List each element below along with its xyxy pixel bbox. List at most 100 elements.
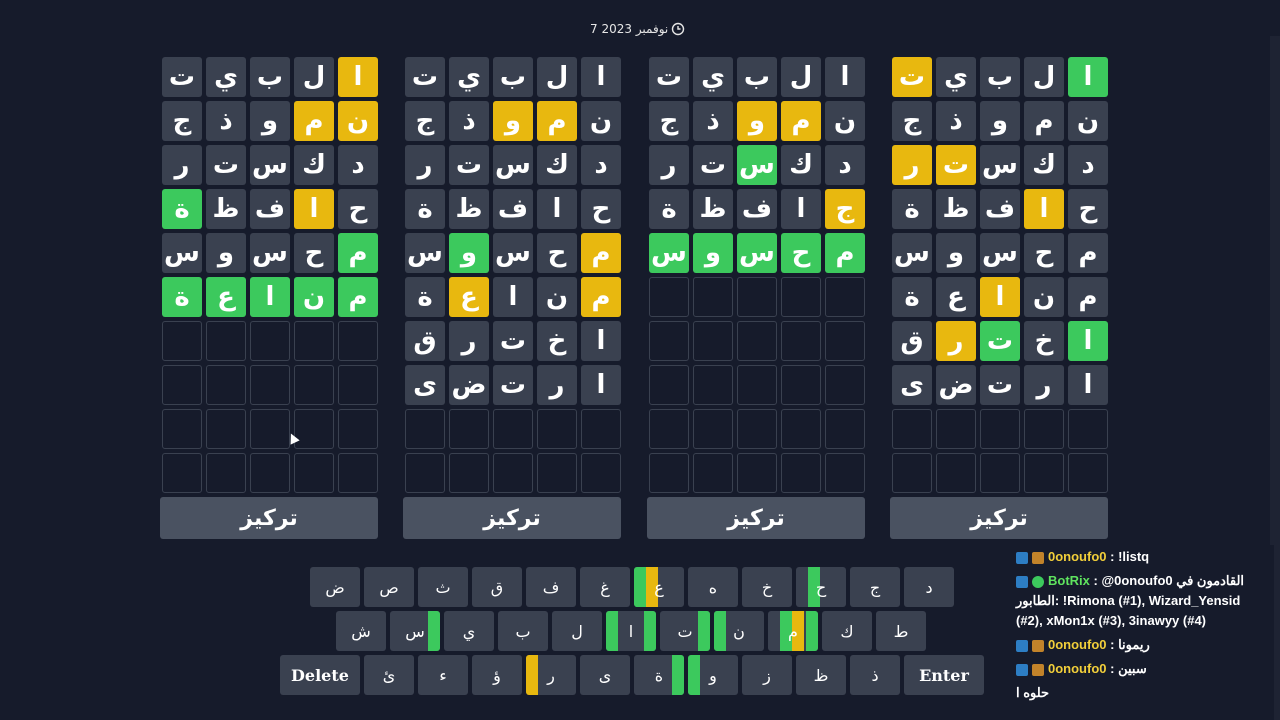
key-ك[interactable]: ك <box>822 611 872 651</box>
letter-tile: و <box>449 233 489 273</box>
key-status-strip <box>698 611 710 651</box>
key-ق[interactable]: ق <box>472 567 522 607</box>
empty-tile <box>162 453 202 493</box>
letter-tile: س <box>737 233 777 273</box>
key-ه[interactable]: ه <box>688 567 738 607</box>
key-س[interactable]: س <box>390 611 440 651</box>
empty-tile <box>294 409 334 449</box>
key-د[interactable]: د <box>904 567 954 607</box>
letter-tile: ر <box>405 145 445 185</box>
letter-tile: ا <box>1068 57 1108 97</box>
letter-tile: ع <box>206 277 246 317</box>
key-غ[interactable]: غ <box>580 567 630 607</box>
empty-tile <box>781 365 821 405</box>
letter-tile: ا <box>1024 189 1064 229</box>
empty-tile <box>493 409 533 449</box>
key-ة[interactable]: ة <box>634 655 684 695</box>
empty-tile <box>781 453 821 493</box>
key-ذ[interactable]: ذ <box>850 655 900 695</box>
letter-tile: و <box>206 233 246 273</box>
empty-tile <box>250 409 290 449</box>
platform-icon <box>1016 663 1028 676</box>
letter-tile: س <box>493 145 533 185</box>
key-status-strip <box>606 611 618 651</box>
letter-tile: ب <box>493 57 533 97</box>
empty-tile <box>338 453 378 493</box>
letter-tile: ح <box>294 233 334 273</box>
guess-row <box>160 453 378 493</box>
letter-tile: ي <box>936 57 976 97</box>
letter-tile: ة <box>649 189 689 229</box>
letter-tile: ظ <box>449 189 489 229</box>
key-م[interactable]: م <box>768 611 818 651</box>
key-ز[interactable]: ز <box>742 655 792 695</box>
key-ئ[interactable]: ئ <box>364 655 414 695</box>
empty-tile <box>737 365 777 405</box>
focus-button-board-3[interactable]: تركيز <box>403 497 621 539</box>
empty-tile <box>338 321 378 361</box>
date-display: 7 نوفمبر 2023 <box>590 22 685 36</box>
letter-tile: س <box>649 233 689 273</box>
key-ر[interactable]: ر <box>526 655 576 695</box>
key-status-strip <box>526 655 538 695</box>
key-ت[interactable]: ت <box>660 611 710 651</box>
key-ب[interactable]: ب <box>498 611 548 651</box>
letter-tile: ر <box>449 321 489 361</box>
guess-row: حافظة <box>160 189 378 229</box>
empty-tile <box>781 277 821 317</box>
key-ء[interactable]: ء <box>418 655 468 695</box>
letter-tile: ت <box>449 145 489 185</box>
empty-tile <box>737 409 777 449</box>
empty-tile <box>1024 453 1064 493</box>
empty-tile <box>737 277 777 317</box>
letter-tile: و <box>980 101 1020 141</box>
key-ى[interactable]: ى <box>580 655 630 695</box>
letter-tile: ح <box>1024 233 1064 273</box>
letter-tile: ب <box>737 57 777 97</box>
empty-tile <box>405 409 445 449</box>
guess-row <box>160 365 378 405</box>
letter-tile: ح <box>781 233 821 273</box>
letter-tile: ق <box>405 321 445 361</box>
letter-tile: ا <box>825 57 865 97</box>
key-ص[interactable]: ص <box>364 567 414 607</box>
key-خ[interactable]: خ <box>742 567 792 607</box>
focus-button-board-1[interactable]: تركيز <box>890 497 1108 539</box>
letter-tile: م <box>1068 233 1108 273</box>
letter-tile: م <box>338 233 378 273</box>
key-ا[interactable]: ا <box>606 611 656 651</box>
key-ع[interactable]: ع <box>634 567 684 607</box>
key-label: ز <box>763 665 771 685</box>
guess-row: نموذج <box>890 101 1108 141</box>
key-ض[interactable]: ض <box>310 567 360 607</box>
key-ش[interactable]: ش <box>336 611 386 651</box>
focus-button-board-2[interactable]: تركيز <box>647 497 865 539</box>
delete-key[interactable]: Delete <box>280 655 360 695</box>
empty-tile <box>449 409 489 449</box>
letter-tile: ت <box>980 321 1020 361</box>
key-ث[interactable]: ث <box>418 567 468 607</box>
guess-row: البيت <box>890 57 1108 97</box>
chat-text: : سبين <box>1110 661 1147 676</box>
key-ي[interactable]: ي <box>444 611 494 651</box>
enter-key[interactable]: Enter <box>904 655 984 695</box>
key-ظ[interactable]: ظ <box>796 655 846 695</box>
letter-tile: ة <box>405 277 445 317</box>
key-ل[interactable]: ل <box>552 611 602 651</box>
key-ح[interactable]: ح <box>796 567 846 607</box>
empty-tile <box>781 409 821 449</box>
letter-tile: د <box>825 145 865 185</box>
letter-tile: ت <box>493 321 533 361</box>
guess-row <box>890 453 1108 493</box>
letter-tile: ن <box>537 277 577 317</box>
empty-tile <box>825 453 865 493</box>
key-ج[interactable]: ج <box>850 567 900 607</box>
key-ط[interactable]: ط <box>876 611 926 651</box>
key-ن[interactable]: ن <box>714 611 764 651</box>
key-ف[interactable]: ف <box>526 567 576 607</box>
key-و[interactable]: و <box>688 655 738 695</box>
letter-tile: س <box>250 145 290 185</box>
focus-button-board-4[interactable]: تركيز <box>160 497 378 539</box>
key-ؤ[interactable]: ؤ <box>472 655 522 695</box>
empty-tile <box>493 453 533 493</box>
